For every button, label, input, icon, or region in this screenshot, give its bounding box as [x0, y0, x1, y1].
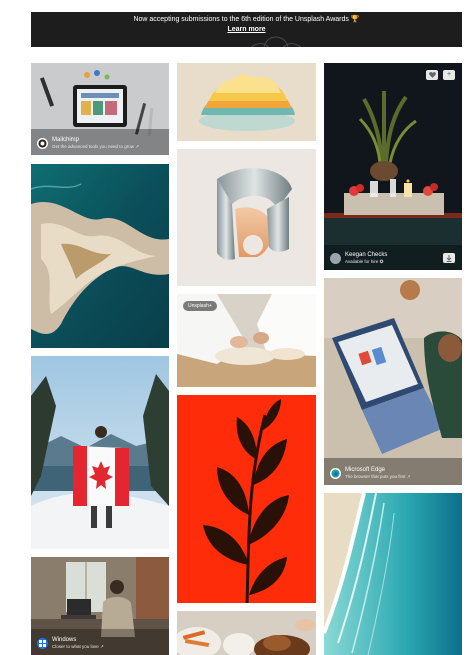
- photo-surface-laptop[interactable]: Microsoft Edge The browser that puts you…: [324, 278, 462, 485]
- hire-status[interactable]: Available for hire ✪: [345, 259, 387, 265]
- shape-photo-image: [177, 149, 316, 286]
- photo-paper-bowls[interactable]: [177, 63, 316, 141]
- add-to-collection-button[interactable]: +: [443, 70, 455, 80]
- leaf-photo-image: [177, 395, 316, 603]
- bowls-photo-image: [177, 63, 316, 141]
- plus-icon: +: [446, 71, 452, 78]
- learn-more-link[interactable]: Learn more: [31, 25, 462, 34]
- download-arrow-icon: [446, 254, 452, 262]
- surface-photo-image: [324, 278, 462, 485]
- altar-photo-image: [324, 63, 462, 270]
- sponsor-caption-windows: Windows Closer to what you love ↗: [37, 637, 104, 650]
- sponsor-caption: Mailchimp Get the advanced tools you nee…: [37, 137, 139, 150]
- awards-banner: Now accepting submissions to the 6th edi…: [31, 12, 462, 47]
- author-name[interactable]: Keegan Checks: [345, 252, 387, 259]
- photo-windows-man-laptop[interactable]: Windows Closer to what you love ↗: [31, 557, 169, 655]
- sponsor-tagline-windows[interactable]: Closer to what you love ↗: [52, 644, 104, 650]
- photo-3d-shape[interactable]: [177, 149, 316, 286]
- beach-photo-image: [324, 493, 462, 655]
- photo-aerial-river[interactable]: [31, 164, 169, 348]
- photo-tablet-desk[interactable]: Mailchimp Get the advanced tools you nee…: [31, 63, 169, 155]
- author-caption: Keegan Checks Available for hire ✪: [330, 252, 387, 265]
- canada-photo-image: [31, 356, 169, 549]
- windows-avatar: [37, 638, 48, 649]
- photo-beach-aerial[interactable]: [324, 493, 462, 655]
- like-button[interactable]: [426, 70, 438, 80]
- banner-message: Now accepting submissions to the 6th edi…: [133, 16, 360, 23]
- keegan-avatar: [330, 253, 341, 264]
- sponsor-tagline-edge[interactable]: The browser that puts you first ↗: [345, 474, 411, 480]
- heart-icon: [428, 72, 436, 78]
- unsplash-plus-badge: Unsplash+: [183, 301, 217, 311]
- food-photo-image: [177, 611, 316, 655]
- download-button[interactable]: [443, 253, 455, 263]
- edge-avatar: [330, 468, 341, 479]
- photo-canada-flag[interactable]: [31, 356, 169, 549]
- photo-red-leaf[interactable]: [177, 395, 316, 603]
- photo-thanksgiving-food[interactable]: [177, 611, 316, 655]
- sponsor-name-edge[interactable]: Microsoft Edge: [345, 467, 411, 474]
- photo-altar-table[interactable]: + Keegan Checks Available for hire ✪: [324, 63, 462, 270]
- photo-baking-hands[interactable]: Unsplash+: [177, 294, 316, 387]
- sponsor-name[interactable]: Mailchimp: [52, 137, 139, 144]
- aerial-photo-image: [31, 164, 169, 348]
- sponsor-name-windows[interactable]: Windows: [52, 637, 104, 644]
- sponsor-tagline[interactable]: Get the advanced tools you need to grow …: [52, 144, 139, 150]
- sponsor-caption-edge: Microsoft Edge The browser that puts you…: [330, 467, 411, 480]
- mailchimp-avatar: [37, 138, 48, 149]
